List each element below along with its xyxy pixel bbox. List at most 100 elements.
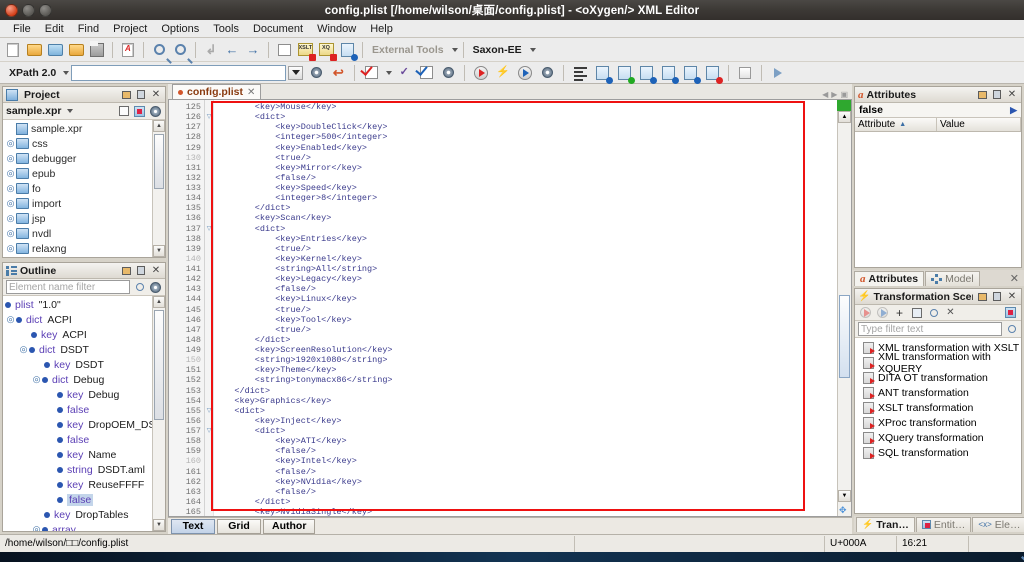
project-tree-scrollbar[interactable]: ▲ ▼	[152, 120, 165, 257]
signature-icon[interactable]	[735, 63, 755, 83]
xml-doc-icon[interactable]	[592, 63, 614, 84]
outline-item-selected[interactable]: false	[3, 492, 165, 507]
xpath-settings-icon[interactable]	[306, 63, 326, 83]
open-project-icon[interactable]	[66, 40, 86, 60]
code-line[interactable]: <integer>8</integer>	[214, 193, 851, 203]
code-line[interactable]: </dict>	[214, 335, 851, 345]
expand-handle-icon[interactable]: ◎	[18, 344, 29, 355]
code-line[interactable]: <string>All</string>	[214, 264, 851, 274]
edit-icon[interactable]	[927, 306, 940, 319]
duplicate-icon[interactable]	[910, 306, 923, 319]
scenario-item[interactable]: XML transformation with XQUERY	[855, 351, 1021, 375]
window-minimize-button[interactable]	[22, 3, 35, 17]
project-tree-item[interactable]: ◎ relaxng	[3, 241, 165, 256]
menu-options[interactable]: Options	[154, 22, 206, 36]
scroll-down-icon[interactable]: ▼	[838, 490, 851, 502]
tab-scroll-right-icon[interactable]: ▶	[831, 90, 837, 99]
menu-window[interactable]: Window	[310, 22, 363, 36]
link-icon[interactable]	[1004, 306, 1017, 319]
code-line[interactable]: <dict>	[214, 426, 851, 436]
transformation-scenario-list[interactable]: XML transformation with XSLT XML transfo…	[855, 338, 1021, 513]
project-tree-item[interactable]: ◎schematron	[3, 256, 165, 257]
xml-schema-icon[interactable]	[614, 63, 636, 84]
code-line[interactable]: <dict>	[214, 406, 851, 416]
apply-transformation-icon[interactable]	[471, 63, 491, 83]
scenario-item[interactable]: XQuery transformation	[855, 430, 1021, 445]
outline-item[interactable]: key Debug	[3, 387, 165, 402]
xquery-debugger-icon[interactable]: XQ	[316, 40, 337, 61]
expand-handle-icon[interactable]: ◎	[5, 168, 16, 179]
code-line[interactable]: <key>Linux</key>	[214, 294, 851, 304]
editor-scrollbar[interactable]: ▲ ▼ ✥	[837, 100, 851, 516]
code-line[interactable]: <key>NvidiaSingle</key>	[214, 507, 851, 516]
scrollbar-thumb[interactable]	[154, 134, 164, 189]
expand-handle-icon[interactable]: ◎	[5, 314, 16, 325]
project-tree-item[interactable]: sample.xpr	[3, 121, 165, 136]
check-wellformed-icon[interactable]	[416, 63, 436, 83]
flatten-schema-icon[interactable]	[658, 63, 680, 84]
link-with-editor-icon[interactable]	[133, 105, 146, 118]
tab-scroll-left-icon[interactable]: ◀	[822, 90, 828, 99]
outline-item[interactable]: key DropOEM_DSM	[3, 417, 165, 432]
code-line[interactable]: <key>Enabled</key>	[214, 143, 851, 153]
transformer-label[interactable]: Saxon-EE	[469, 44, 526, 56]
expand-handle-icon[interactable]: ◎	[31, 374, 42, 385]
outline-maximize-icon[interactable]	[135, 265, 147, 277]
tab-author[interactable]: Author	[263, 518, 316, 534]
menu-file[interactable]: File	[6, 22, 38, 36]
xpath-dropdown-icon[interactable]	[288, 65, 304, 80]
editor-tab-close-icon[interactable]: ✕	[247, 87, 255, 98]
code-line[interactable]: <key>Theme</key>	[214, 365, 851, 375]
svg-icon[interactable]	[702, 63, 724, 84]
expand-handle-icon[interactable]: ◎	[5, 153, 16, 164]
project-maximize-icon[interactable]	[135, 89, 147, 101]
validate-icon[interactable]	[361, 63, 381, 83]
outline-close-icon[interactable]: ✕	[150, 265, 162, 277]
code-line[interactable]: <false/>	[214, 446, 851, 456]
code-line[interactable]: <key>Tool</key>	[214, 315, 851, 325]
code-line[interactable]: <key>Scan</key>	[214, 213, 851, 223]
code-line[interactable]: <true/>	[214, 244, 851, 254]
code-line[interactable]: <true/>	[214, 325, 851, 335]
json-tools-icon[interactable]	[680, 63, 702, 84]
attributes-restore-icon[interactable]	[976, 89, 988, 101]
code-line[interactable]: </dict>	[214, 497, 851, 507]
tab-grid[interactable]: Grid	[217, 518, 261, 534]
attributes-expand-icon[interactable]: ▶	[1010, 105, 1017, 116]
menu-help[interactable]: Help	[363, 22, 400, 36]
project-restore-icon[interactable]	[120, 89, 132, 101]
attributes-tabstrip-close-icon[interactable]: ✕	[1010, 272, 1024, 285]
xslt-debugger-icon[interactable]: XSLT	[295, 40, 316, 61]
project-tree-item[interactable]: ◎ import	[3, 196, 165, 211]
project-tree-item[interactable]: ◎ fo	[3, 181, 165, 196]
debug-scenario-icon[interactable]: ⚡	[493, 63, 513, 83]
code-line[interactable]: <key>DoubleClick</key>	[214, 122, 851, 132]
code-line[interactable]: <true/>	[214, 153, 851, 163]
menu-project[interactable]: Project	[106, 22, 154, 36]
menu-edit[interactable]: Edit	[38, 22, 71, 36]
code-folding-gutter[interactable]: ▽ ▽ ▽ ▽	[205, 100, 214, 516]
xpath-version-chevron-down-icon[interactable]	[63, 70, 70, 75]
menu-document[interactable]: Document	[246, 22, 310, 36]
column-attribute[interactable]: Attribute ▲	[855, 118, 937, 131]
tab-entities[interactable]: Entit…	[915, 516, 972, 532]
code-line[interactable]: <key>Intel</key>	[214, 456, 851, 466]
outline-tree[interactable]: plist "1.0" ◎ dict ACPI key ACPI ◎ dict DSDT k…	[3, 296, 165, 531]
back-to-icon[interactable]: ↲	[201, 40, 221, 60]
debug-icon[interactable]	[876, 306, 889, 319]
project-tree-item[interactable]: ◎ epub	[3, 166, 165, 181]
outline-tree-scrollbar[interactable]: ▲ ▼	[152, 296, 165, 531]
editor-tab-config-plist[interactable]: config.plist ✕	[172, 84, 262, 99]
project-chevron-down-icon[interactable]	[67, 109, 74, 113]
outline-item[interactable]: key DropTables	[3, 507, 165, 522]
column-value[interactable]: Value	[937, 118, 1021, 131]
apply-icon[interactable]	[859, 306, 872, 319]
fold-toggle-icon[interactable]: ▽	[205, 224, 213, 234]
expand-handle-icon[interactable]: ◎	[5, 198, 16, 209]
code-line[interactable]: <integer>500</integer>	[214, 132, 851, 142]
outline-item[interactable]: ◎ dict ACPI	[3, 312, 165, 327]
code-line[interactable]: <key>Graphics</key>	[214, 396, 851, 406]
project-options-icon[interactable]	[149, 105, 162, 118]
delete-icon[interactable]: ✕	[944, 306, 957, 319]
search-icon[interactable]	[1005, 323, 1018, 336]
